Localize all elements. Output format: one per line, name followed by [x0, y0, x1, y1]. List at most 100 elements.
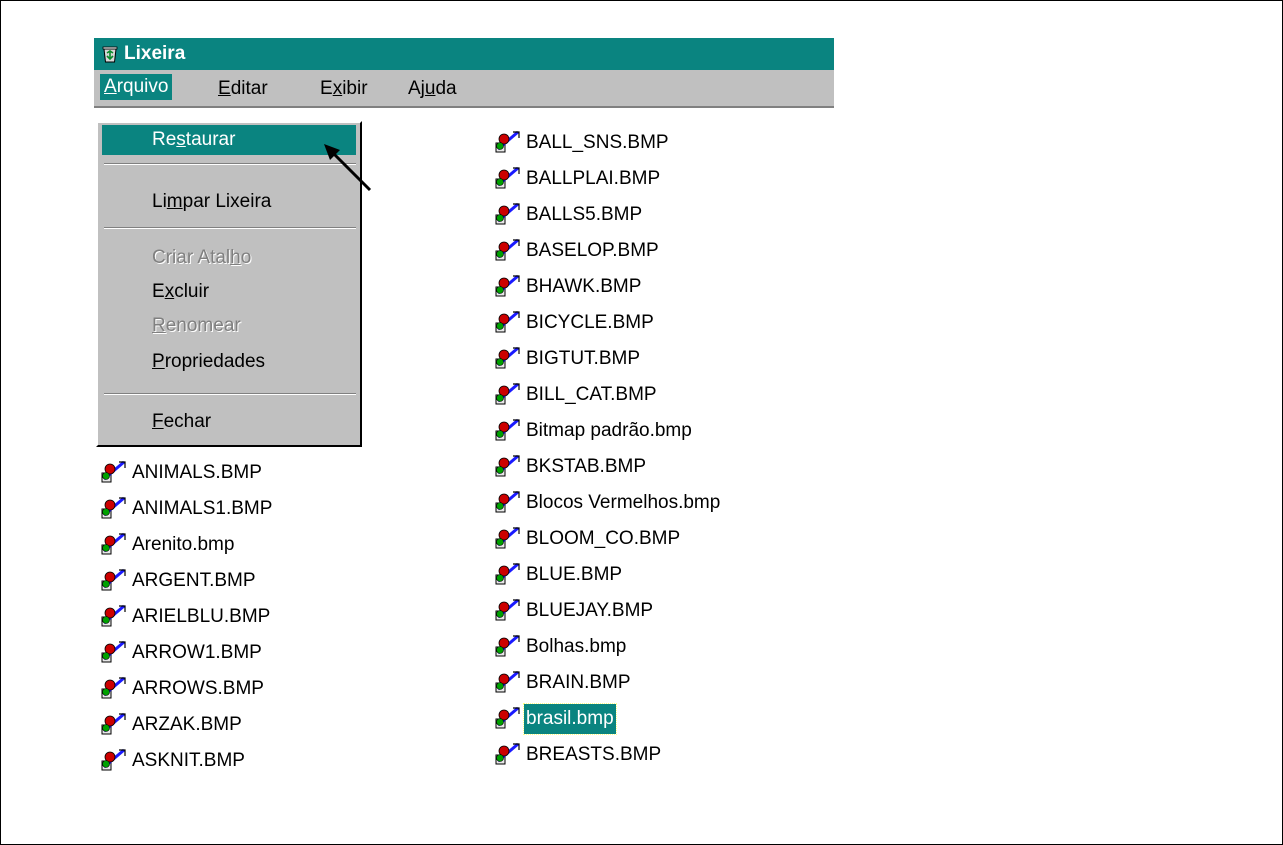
bitmap-file-icon — [494, 201, 520, 227]
file-item[interactable]: Bitmap padrão.bmp — [494, 416, 694, 446]
menu-editar[interactable]: Editar — [214, 76, 272, 102]
file-name: BALL_SNS.BMP — [526, 132, 669, 153]
file-item[interactable]: BALL_SNS.BMP — [494, 128, 671, 158]
menu-bar: Arquivo Editar Exibir Ajuda — [94, 70, 834, 108]
menu-item-restaurar[interactable]: Restaurar — [102, 125, 356, 155]
bitmap-file-icon — [100, 675, 126, 701]
file-item[interactable]: brasil.bmp — [494, 703, 617, 735]
menu-exibir[interactable]: Exibir — [316, 76, 372, 102]
bitmap-file-icon — [100, 639, 126, 665]
menu-item-fechar[interactable]: Fechar — [102, 407, 356, 437]
file-item[interactable]: ARROWS.BMP — [100, 674, 266, 704]
file-item[interactable]: BRAIN.BMP — [494, 668, 633, 698]
bitmap-file-icon — [494, 489, 520, 515]
window-title: Lixeira — [124, 43, 186, 64]
file-item[interactable]: BLUEJAY.BMP — [494, 596, 655, 626]
menu-item-renomear: Renomear — [152, 315, 241, 336]
file-item[interactable]: BALLS5.BMP — [494, 200, 644, 230]
file-name: BLUEJAY.BMP — [526, 600, 654, 621]
file-item[interactable]: BLOOM_CO.BMP — [494, 524, 682, 554]
file-name: BIGTUT.BMP — [526, 348, 641, 369]
bitmap-file-icon — [494, 741, 520, 767]
bitmap-file-icon — [100, 495, 126, 521]
arquivo-dropdown-menu: Restaurar Limpar Lixeira Criar Atalho Ex… — [96, 121, 362, 447]
bitmap-file-icon — [494, 453, 520, 479]
file-name: ANIMALS1.BMP — [132, 498, 273, 519]
file-item[interactable]: ARROW1.BMP — [100, 638, 264, 668]
file-name: ARZAK.BMP — [132, 714, 242, 735]
bitmap-file-icon — [494, 237, 520, 263]
file-name: BREASTS.BMP — [526, 744, 662, 765]
bitmap-file-icon — [494, 417, 520, 443]
title-bar[interactable]: Lixeira — [94, 38, 834, 70]
file-name: BALLPLAI.BMP — [526, 168, 661, 189]
bitmap-file-icon — [494, 669, 520, 695]
bitmap-file-icon — [494, 705, 520, 731]
file-item[interactable]: ANIMALS.BMP — [100, 458, 264, 488]
file-item[interactable]: ANIMALS1.BMP — [100, 494, 274, 524]
file-name: ARROWS.BMP — [132, 678, 264, 699]
file-name: ANIMALS.BMP — [132, 462, 262, 483]
file-item[interactable]: BLUE.BMP — [494, 560, 624, 590]
bitmap-file-icon — [100, 603, 126, 629]
file-name: BLUE.BMP — [526, 564, 623, 585]
file-item[interactable]: ASKNIT.BMP — [100, 746, 247, 776]
bitmap-file-icon — [494, 129, 520, 155]
file-item[interactable]: Blocos Vermelhos.bmp — [494, 488, 722, 518]
file-name: ARIELBLU.BMP — [132, 606, 271, 627]
bitmap-file-icon — [494, 597, 520, 623]
bitmap-file-icon — [100, 459, 126, 485]
menu-item-propriedades[interactable]: Propriedades — [102, 347, 356, 377]
recycle-bin-icon — [102, 46, 118, 63]
file-name: ASKNIT.BMP — [132, 750, 245, 771]
bitmap-file-icon — [494, 633, 520, 659]
bitmap-file-icon — [494, 381, 520, 407]
bitmap-file-icon — [100, 747, 126, 773]
file-name: brasil.bmp — [523, 703, 617, 735]
file-name: Bitmap padrão.bmp — [526, 420, 692, 441]
file-item[interactable]: BASELOP.BMP — [494, 236, 661, 266]
bitmap-file-icon — [100, 711, 126, 737]
file-item[interactable]: BIGTUT.BMP — [494, 344, 642, 374]
file-name: BASELOP.BMP — [526, 240, 659, 261]
menu-separator — [104, 163, 356, 165]
bitmap-file-icon — [494, 561, 520, 587]
file-item[interactable]: BREASTS.BMP — [494, 740, 663, 770]
file-name: BHAWK.BMP — [526, 276, 642, 297]
bitmap-file-icon — [100, 531, 126, 557]
file-item[interactable]: BALLPLAI.BMP — [494, 164, 662, 194]
file-name: BILL_CAT.BMP — [526, 384, 657, 405]
file-item[interactable]: ARIELBLU.BMP — [100, 602, 272, 632]
menu-separator — [104, 227, 356, 229]
bitmap-file-icon — [494, 165, 520, 191]
menu-arquivo[interactable]: Arquivo — [100, 74, 173, 100]
menu-item-limpar-lixeira[interactable]: Limpar Lixeira — [102, 187, 356, 217]
file-name: Blocos Vermelhos.bmp — [526, 492, 721, 513]
menu-item-excluir[interactable]: Excluir — [102, 277, 356, 307]
file-item[interactable]: ARZAK.BMP — [100, 710, 244, 740]
file-item[interactable]: Bolhas.bmp — [494, 632, 628, 662]
file-item[interactable]: ARGENT.BMP — [100, 566, 258, 596]
file-name: Arenito.bmp — [132, 534, 235, 555]
file-name: ARGENT.BMP — [132, 570, 256, 591]
file-item[interactable]: Arenito.bmp — [100, 530, 236, 560]
bitmap-file-icon — [494, 525, 520, 551]
file-item[interactable]: BICYCLE.BMP — [494, 308, 656, 338]
file-item[interactable]: BILL_CAT.BMP — [494, 380, 659, 410]
menu-ajuda[interactable]: Ajuda — [404, 76, 461, 102]
file-name: Bolhas.bmp — [526, 636, 627, 657]
menu-separator — [104, 393, 356, 395]
file-name: BRAIN.BMP — [526, 672, 631, 693]
bitmap-file-icon — [494, 309, 520, 335]
file-name: BALLS5.BMP — [526, 204, 643, 225]
file-name: BLOOM_CO.BMP — [526, 528, 681, 549]
file-name: BKSTAB.BMP — [526, 456, 647, 477]
file-name: ARROW1.BMP — [132, 642, 262, 663]
file-name: BICYCLE.BMP — [526, 312, 654, 333]
bitmap-file-icon — [494, 345, 520, 371]
menu-item-criar-atalho: Criar Atalho — [152, 247, 252, 268]
bitmap-file-icon — [494, 273, 520, 299]
file-item[interactable]: BKSTAB.BMP — [494, 452, 648, 482]
file-item[interactable]: BHAWK.BMP — [494, 272, 643, 302]
bitmap-file-icon — [100, 567, 126, 593]
